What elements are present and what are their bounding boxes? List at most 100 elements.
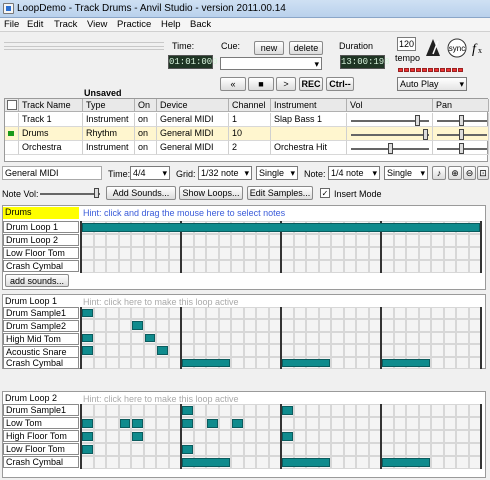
grid-cell[interactable] xyxy=(456,344,469,357)
grid-cell[interactable] xyxy=(206,307,219,320)
grid-cell[interactable] xyxy=(281,319,294,332)
grid-cell[interactable] xyxy=(343,443,356,456)
grid-cell[interactable] xyxy=(93,234,106,247)
autoplay-select[interactable]: Auto Play xyxy=(397,77,467,91)
grid-cell[interactable] xyxy=(418,430,431,443)
grid-cell[interactable] xyxy=(93,417,106,430)
grid-cell[interactable] xyxy=(418,344,431,357)
grid-cell[interactable] xyxy=(318,404,331,417)
track-row-label[interactable]: Low Floor Tom xyxy=(3,247,79,259)
row-selector[interactable] xyxy=(5,127,19,141)
grid-cell[interactable] xyxy=(456,307,469,320)
grid-cell[interactable] xyxy=(243,417,256,430)
grid-cell[interactable] xyxy=(306,260,319,273)
grid-cell[interactable] xyxy=(206,234,219,247)
grid-cell[interactable] xyxy=(156,430,169,443)
grid-cell[interactable] xyxy=(331,456,344,469)
grid-cell[interactable] xyxy=(418,443,431,456)
grid-cell[interactable] xyxy=(406,443,419,456)
grid-cell[interactable] xyxy=(118,356,131,369)
grid-cell[interactable] xyxy=(206,247,219,260)
zoom-in-icon[interactable]: ⊕ xyxy=(448,166,462,180)
tempo-field[interactable]: 120 xyxy=(397,37,416,51)
grid-cell[interactable] xyxy=(406,430,419,443)
grid-cell[interactable] xyxy=(443,331,456,345)
grid-cell[interactable] xyxy=(218,430,231,443)
grid-mode-select[interactable]: Single xyxy=(256,166,298,180)
grid-cell[interactable] xyxy=(256,234,269,247)
grid-cell[interactable] xyxy=(118,344,131,357)
add-sounds-button[interactable]: Add Sounds... xyxy=(106,186,176,200)
grid-cell[interactable] xyxy=(81,456,94,469)
grid-cell[interactable] xyxy=(418,307,431,320)
grid-cell[interactable] xyxy=(256,443,269,456)
grid-cell[interactable] xyxy=(281,331,294,345)
grid-cell[interactable] xyxy=(243,404,256,417)
grid-cell[interactable] xyxy=(381,404,394,417)
track-row-label[interactable]: Drum Loop 1 xyxy=(3,221,79,233)
track-row-label[interactable]: Low Floor Tom xyxy=(3,443,79,455)
grid-cell[interactable] xyxy=(356,430,369,443)
grid-cell[interactable] xyxy=(356,456,369,469)
grid-cell[interactable] xyxy=(443,344,456,357)
grid-cell[interactable] xyxy=(256,417,269,430)
grid-cell[interactable] xyxy=(318,417,331,430)
add-sounds-small-button[interactable]: add sounds... xyxy=(5,274,69,287)
cue-delete-button[interactable]: delete xyxy=(289,41,323,55)
grid-cell[interactable] xyxy=(293,443,306,456)
grid-cell[interactable] xyxy=(406,417,419,430)
grid-cell[interactable] xyxy=(343,417,356,430)
grid-cell[interactable] xyxy=(456,356,469,369)
grid-cell[interactable] xyxy=(106,417,119,430)
grid-cell[interactable] xyxy=(431,331,444,345)
grid-cell[interactable] xyxy=(343,260,356,273)
note-block[interactable] xyxy=(132,432,143,441)
grid-cell[interactable] xyxy=(181,260,194,273)
grid-cell[interactable] xyxy=(418,404,431,417)
grid-cell[interactable] xyxy=(456,404,469,417)
note-mode-select[interactable]: Single xyxy=(384,166,428,180)
edit-samples-button[interactable]: Edit Samples... xyxy=(247,186,313,200)
track-row-label[interactable]: Drum Sample1 xyxy=(3,404,79,416)
grid-cell[interactable] xyxy=(431,247,444,260)
note-block[interactable] xyxy=(119,419,130,428)
grid-cell[interactable] xyxy=(118,456,131,469)
grid-cell[interactable] xyxy=(356,247,369,260)
vol-slider-track[interactable] xyxy=(351,134,429,136)
grid-cell[interactable] xyxy=(131,331,144,345)
grid-cell[interactable] xyxy=(318,331,331,345)
grid-cell[interactable] xyxy=(231,307,244,320)
grid-cell[interactable] xyxy=(331,319,344,332)
grid-cell[interactable] xyxy=(306,443,319,456)
track-on-cell[interactable]: on xyxy=(135,141,157,155)
grid-cell[interactable] xyxy=(443,247,456,260)
track-row-label[interactable]: Drum Sample2 xyxy=(3,320,79,332)
meter-select[interactable]: 4/4 xyxy=(130,166,170,180)
grid-cell[interactable] xyxy=(431,307,444,320)
grid-cell[interactable] xyxy=(281,260,294,273)
grid-cell[interactable] xyxy=(206,443,219,456)
grid-cell[interactable] xyxy=(343,344,356,357)
note-block[interactable] xyxy=(182,458,230,467)
grid-cell[interactable] xyxy=(93,404,106,417)
grid-cell[interactable] xyxy=(231,319,244,332)
grid-cell[interactable] xyxy=(393,307,406,320)
grid-cell[interactable] xyxy=(143,456,156,469)
grid-cell[interactable] xyxy=(343,247,356,260)
menu-back[interactable]: Back xyxy=(190,19,211,30)
grid-cell[interactable] xyxy=(293,430,306,443)
grid-cell[interactable] xyxy=(331,443,344,456)
note-vol-track[interactable] xyxy=(40,193,100,195)
grid-cell[interactable] xyxy=(131,307,144,320)
grid-cell[interactable] xyxy=(318,319,331,332)
grid-cell[interactable] xyxy=(93,443,106,456)
grid-cell[interactable] xyxy=(231,331,244,345)
grid-cell[interactable] xyxy=(181,430,194,443)
grid-cell[interactable] xyxy=(356,331,369,345)
grid-cell[interactable] xyxy=(393,344,406,357)
track-row-label[interactable]: Drum Loop 2 xyxy=(3,234,79,246)
header-pan[interactable]: Pan xyxy=(433,99,489,112)
grid-cell[interactable] xyxy=(381,234,394,247)
grid-cell[interactable] xyxy=(143,247,156,260)
grid-cell[interactable] xyxy=(418,417,431,430)
